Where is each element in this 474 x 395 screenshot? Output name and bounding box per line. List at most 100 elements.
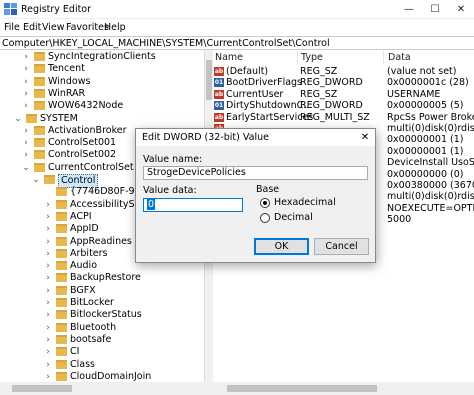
maximize-button[interactable]: ☐: [422, 0, 448, 19]
folder-icon: [56, 187, 67, 197]
menu-view[interactable]: View: [42, 22, 65, 33]
column-header-type[interactable]: Type: [301, 52, 323, 64]
address-path: Computer\HKEY_LOCAL_MACHINE\SYSTEM\Curre…: [2, 38, 330, 49]
binary-value-icon: 01: [214, 78, 224, 88]
chevron-right-icon[interactable]: ›: [44, 223, 52, 235]
folder-icon: [56, 334, 67, 344]
value-name: CurrentUser: [226, 88, 284, 100]
tree-item-label: Audio: [70, 260, 98, 272]
tree-item-label: BitlockerStatus: [70, 309, 142, 321]
chevron-right-icon[interactable]: ›: [44, 359, 52, 371]
menu-file[interactable]: File: [4, 22, 20, 33]
menu-edit[interactable]: Edit: [23, 22, 41, 33]
dialog-title: Edit DWORD (32-bit) Value: [142, 132, 269, 143]
value-row[interactable]: ab (Default) REG_SZ (value not set): [213, 66, 474, 78]
chevron-right-icon[interactable]: ›: [44, 236, 52, 248]
tree-item-label: CloudDomainJoin: [70, 370, 152, 382]
chevron-right-icon[interactable]: ›: [44, 346, 52, 358]
value-data: 0x00000001 (1): [387, 145, 464, 157]
chevron-down-icon[interactable]: ⌄: [32, 174, 40, 186]
chevron-right-icon[interactable]: ›: [22, 51, 30, 63]
chevron-right-icon[interactable]: ›: [44, 334, 52, 346]
tree-item-label: Windows: [48, 75, 91, 87]
chevron-right-icon[interactable]: ›: [44, 285, 52, 297]
value-row[interactable]: ab CurrentUser REG_SZ USERNAME: [213, 89, 474, 101]
value-data-text: 0: [147, 199, 156, 210]
column-divider[interactable]: [297, 50, 298, 64]
folder-icon: [56, 261, 67, 271]
scroll-thumb[interactable]: [12, 385, 72, 392]
value-row[interactable]: 01 BootDriverFlags REG_DWORD 0x0000001c (28…: [213, 77, 474, 89]
chevron-right-icon[interactable]: ›: [44, 297, 52, 309]
value-data: 0x00000005 (5): [387, 100, 464, 112]
decimal-radio[interactable]: [260, 213, 270, 223]
value-row[interactable]: 01 DirtyShutdownC... REG_DWORD 0x00000005 (…: [213, 100, 474, 112]
chevron-right-icon[interactable]: ›: [22, 125, 30, 137]
string-value-icon: ab: [214, 112, 224, 122]
title-bar: Registry Editor — ☐ ✕: [0, 0, 474, 19]
chevron-right-icon[interactable]: ›: [44, 260, 52, 272]
hexadecimal-radio[interactable]: [260, 198, 270, 208]
value-type: REG_SZ: [300, 66, 338, 77]
value-type: REG_DWORD: [300, 77, 363, 89]
tree-item-label: ControlSet001: [48, 137, 117, 149]
chevron-right-icon[interactable]: ›: [44, 248, 52, 260]
cancel-button[interactable]: Cancel: [314, 238, 369, 255]
chevron-down-icon[interactable]: ⌄: [22, 162, 30, 174]
column-divider[interactable]: [383, 50, 384, 64]
menu-favorites[interactable]: Favorites: [66, 22, 109, 33]
tree-item-label: Bluetooth: [70, 321, 117, 333]
value-name: BootDriverFlags: [226, 77, 303, 89]
value-data: (value not set): [387, 66, 457, 77]
value-data-input[interactable]: 0: [143, 198, 243, 212]
ok-button[interactable]: OK: [254, 238, 309, 255]
folder-icon: [34, 76, 45, 86]
chevron-right-icon[interactable]: ›: [44, 309, 52, 321]
registry-editor-icon: [4, 3, 17, 15]
tree-item-label: ActivationBroker: [48, 124, 127, 136]
folder-icon: [34, 150, 45, 160]
value-data-label: Value data:: [143, 185, 197, 196]
folder-icon: [56, 310, 67, 320]
value-data: DeviceInstall UsoSvc gr: [387, 157, 474, 169]
dialog-title-bar: Edit DWORD (32-bit) Value ✕: [136, 129, 375, 146]
folder-icon: [44, 175, 55, 184]
tree-horizontal-scrollbar[interactable]: [0, 382, 205, 395]
value-name-field[interactable]: StrogeDevicePolicies: [143, 166, 368, 180]
close-button[interactable]: ✕: [448, 0, 474, 19]
chevron-right-icon[interactable]: ›: [44, 322, 52, 334]
chevron-right-icon[interactable]: ›: [22, 76, 30, 88]
base-group: Base Hexadecimal Decimal: [254, 184, 365, 230]
tree-item-label: SYSTEM: [40, 112, 78, 124]
folder-icon: [26, 113, 37, 123]
hexadecimal-label[interactable]: Hexadecimal: [274, 197, 336, 208]
chevron-right-icon[interactable]: ›: [22, 137, 30, 149]
address-bar[interactable]: Computer\HKEY_LOCAL_MACHINE\SYSTEM\Curre…: [0, 36, 474, 50]
minimize-button[interactable]: —: [396, 0, 422, 19]
tree-item-label: {7746D80F-97: [70, 186, 141, 198]
tree-item-label: CI: [70, 346, 80, 358]
folder-icon: [56, 273, 67, 283]
scroll-thumb[interactable]: [206, 60, 212, 100]
folder-icon: [34, 88, 45, 98]
chevron-right-icon[interactable]: ›: [44, 211, 52, 223]
chevron-right-icon[interactable]: ›: [22, 149, 30, 161]
folder-icon: [56, 298, 67, 307]
scroll-thumb[interactable]: [227, 385, 377, 392]
value-row[interactable]: ab EarlyStartServices REG_MULTI_SZ RpcSs Po…: [213, 112, 474, 124]
chevron-right-icon[interactable]: ›: [22, 88, 30, 100]
folder-icon: [34, 101, 45, 111]
values-horizontal-scrollbar[interactable]: [213, 382, 474, 395]
chevron-right-icon[interactable]: ›: [22, 100, 30, 112]
decimal-label[interactable]: Decimal: [274, 212, 313, 223]
folder-icon: [56, 236, 67, 246]
chevron-right-icon[interactable]: ›: [44, 199, 52, 211]
chevron-right-icon[interactable]: ›: [22, 63, 30, 75]
column-header-data[interactable]: Data: [388, 52, 411, 64]
chevron-right-icon[interactable]: ›: [44, 371, 52, 383]
dialog-close-icon[interactable]: ✕: [355, 129, 375, 146]
column-header-name[interactable]: Name: [215, 52, 243, 64]
menu-help[interactable]: Help: [104, 22, 126, 33]
chevron-right-icon[interactable]: ›: [44, 272, 52, 284]
chevron-down-icon[interactable]: ⌄: [14, 113, 22, 125]
